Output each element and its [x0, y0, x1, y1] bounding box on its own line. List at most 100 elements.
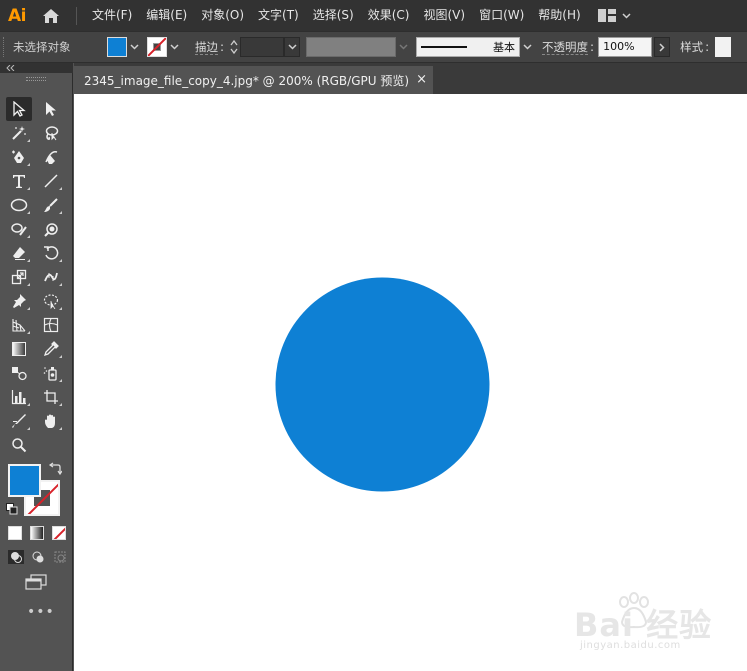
menu-window[interactable]: 窗口(W): [472, 0, 531, 31]
tool-row: [6, 121, 64, 145]
width-tool[interactable]: [38, 265, 64, 289]
zoom-tool[interactable]: [6, 433, 32, 457]
brush-definition[interactable]: 基本: [416, 37, 521, 57]
opacity-label[interactable]: 不透明度: [542, 40, 589, 55]
draw-normal-button[interactable]: [8, 550, 24, 564]
variable-width-profile[interactable]: [306, 37, 397, 57]
menu-effect[interactable]: 效果(C): [361, 0, 417, 31]
tools-panel-grip[interactable]: [26, 77, 46, 81]
selection-tool[interactable]: [6, 97, 32, 121]
perspective-grid-tool[interactable]: [6, 313, 32, 337]
control-bar-grip[interactable]: [3, 37, 9, 57]
menu-view[interactable]: 视图(V): [416, 0, 472, 31]
curvature-pen-icon: [45, 150, 58, 164]
selection-status: 未选择对象: [13, 40, 71, 54]
eyedropper-tool[interactable]: [38, 337, 64, 361]
brush-dropdown[interactable]: [520, 37, 534, 57]
graphic-style-swatch[interactable]: [715, 37, 732, 57]
gradient-mode-button[interactable]: [30, 526, 44, 540]
tool-row: [6, 169, 64, 193]
chevron-down-icon: [622, 12, 631, 19]
none-slash-icon: [148, 38, 166, 56]
puppet-warp-tool[interactable]: [6, 289, 32, 313]
brush-name: 基本: [493, 41, 516, 54]
draw-behind-button[interactable]: [30, 550, 46, 564]
opacity-input[interactable]: 100%: [598, 37, 653, 57]
hand-tool[interactable]: [38, 409, 64, 433]
stroke-weight-dropdown[interactable]: [284, 37, 301, 57]
blend-icon: [12, 367, 27, 381]
symbol-sprayer-tool[interactable]: [38, 361, 64, 385]
pen-tool[interactable]: [6, 145, 32, 169]
gradient-icon: [12, 342, 26, 356]
fill-color-box[interactable]: [8, 464, 41, 497]
menu-select[interactable]: 选择(S): [306, 0, 361, 31]
shaper-tool[interactable]: [6, 217, 32, 241]
close-tab-icon[interactable]: ×: [416, 72, 427, 87]
drawing-mode-row: [8, 550, 68, 564]
blob-brush-tool[interactable]: [38, 217, 64, 241]
blend-tool[interactable]: [6, 361, 32, 385]
menu-object[interactable]: 对象(O): [194, 0, 251, 31]
free-transform-tool[interactable]: [38, 289, 64, 313]
artboard-tool[interactable]: [38, 385, 64, 409]
eraser-tool[interactable]: [6, 241, 32, 265]
artboard-canvas[interactable]: [74, 94, 747, 671]
color-mode-row: [8, 526, 66, 540]
tools-panel-header[interactable]: [0, 63, 73, 73]
direct-selection-tool[interactable]: [38, 97, 64, 121]
opacity-arrow-button[interactable]: [654, 37, 671, 57]
collapse-panel-icon[interactable]: [6, 65, 16, 71]
document-tab[interactable]: 2345_image_file_copy_4.jpg* @ 200% (RGB/…: [74, 66, 433, 94]
tool-row: [6, 97, 64, 121]
lasso-tool[interactable]: [38, 121, 64, 145]
menu-type[interactable]: 文字(T): [251, 0, 306, 31]
curvature-tool[interactable]: [38, 145, 64, 169]
edit-toolbar-button[interactable]: •••: [27, 604, 55, 620]
column-graph-tool[interactable]: [6, 385, 32, 409]
line-segment-tool[interactable]: [38, 169, 64, 193]
magic-wand-tool[interactable]: [6, 121, 32, 145]
rotate-icon: [44, 246, 59, 260]
scale-tool[interactable]: [6, 265, 32, 289]
stroke-label[interactable]: 描边: [195, 40, 218, 55]
magic-wand-icon: [12, 126, 26, 140]
stroke-weight-spinner[interactable]: [228, 36, 240, 58]
screen-mode-button[interactable]: [25, 574, 47, 593]
workspace-switcher[interactable]: [597, 9, 631, 22]
gradient-tool[interactable]: [6, 337, 32, 361]
lasso-icon: [45, 126, 59, 141]
fill-color-swatch[interactable]: [107, 37, 127, 57]
type-tool[interactable]: [6, 169, 32, 193]
slice-tool[interactable]: [6, 409, 32, 433]
rotate-tool[interactable]: [38, 241, 64, 265]
menu-separator: [76, 6, 77, 25]
draw-inside-button[interactable]: [52, 550, 68, 564]
variable-width-dropdown[interactable]: [396, 37, 410, 57]
default-fill-stroke-icon[interactable]: [6, 503, 18, 518]
paintbrush-tool[interactable]: [38, 193, 64, 217]
tool-group-indicator: [27, 187, 30, 190]
tool-row: [6, 313, 64, 337]
blue-circle-shape[interactable]: [275, 277, 490, 492]
direct-selection-icon: [46, 102, 56, 116]
swap-fill-stroke-icon[interactable]: [48, 462, 63, 479]
spinner-arrows-icon: [230, 39, 238, 55]
mesh-tool[interactable]: [38, 313, 64, 337]
tool-group-indicator: [27, 331, 30, 334]
menu-file[interactable]: 文件(F): [85, 0, 139, 31]
color-mode-button[interactable]: [8, 526, 22, 540]
ellipse-tool[interactable]: [6, 193, 32, 217]
menu-edit[interactable]: 编辑(E): [139, 0, 194, 31]
zoom-magnifier-icon: [12, 438, 27, 453]
none-mode-button[interactable]: [52, 526, 66, 540]
tool-group-indicator: [59, 379, 62, 382]
stroke-weight-field[interactable]: [240, 37, 285, 57]
home-icon[interactable]: [36, 0, 66, 31]
paintbrush-icon: [44, 198, 58, 212]
free-transform-icon: [43, 294, 59, 309]
stroke-dropdown[interactable]: [167, 37, 181, 57]
stroke-color-swatch[interactable]: [147, 37, 167, 57]
menu-help[interactable]: 帮助(H): [531, 0, 587, 31]
fill-dropdown[interactable]: [127, 37, 141, 57]
